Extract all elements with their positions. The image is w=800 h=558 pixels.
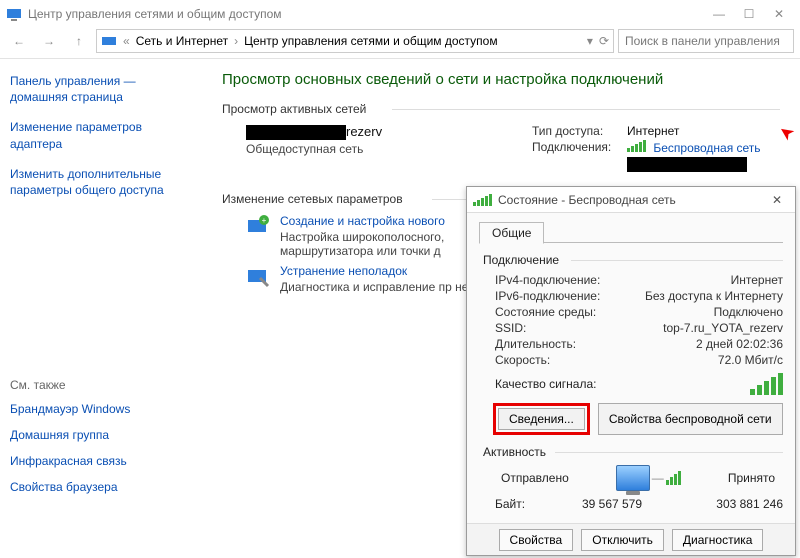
access-type-label: Тип доступа: <box>532 124 627 138</box>
properties-button[interactable]: Свойства <box>499 529 574 551</box>
ipv6-label: IPv6-подключение: <box>495 289 633 303</box>
signal-quality-label: Качество сигнала: <box>495 377 596 391</box>
network-icon <box>101 33 117 49</box>
breadcrumb[interactable]: « Сеть и Интернет › Центр управления сет… <box>96 29 614 53</box>
dialog-bottom-bar: Свойства Отключить Диагностика <box>467 523 795 555</box>
breadcrumb-separator: « <box>123 34 130 48</box>
search-placeholder: Поиск в панели управления <box>625 34 780 48</box>
sent-label: Отправлено <box>501 471 569 485</box>
ipv4-value: Интернет <box>731 273 783 287</box>
redacted-name <box>246 125 346 140</box>
details-button[interactable]: Сведения... <box>498 408 585 430</box>
window-title: Центр управления сетями и общим доступом <box>28 7 282 21</box>
sidebar: Панель управления — домашняя страница Из… <box>0 59 204 558</box>
section-activity-label: Активность <box>483 445 783 459</box>
speed-label: Скорость: <box>495 353 633 367</box>
duration-value: 2 дней 02:02:36 <box>696 337 783 351</box>
see-also-firewall[interactable]: Брандмауэр Windows <box>10 402 194 416</box>
maximize-button[interactable]: ☐ <box>734 2 764 26</box>
dialog-title: Состояние - Беспроводная сеть <box>498 193 676 207</box>
sidebar-link-adapter-settings[interactable]: Изменение параметров адаптера <box>10 119 194 151</box>
sidebar-link-advanced-sharing[interactable]: Изменить дополнительные параметры общего… <box>10 166 194 198</box>
troubleshoot-icon <box>246 264 270 288</box>
breadcrumb-item[interactable]: Сеть и Интернет <box>136 34 228 48</box>
received-label: Принято <box>728 471 775 485</box>
nav-forward-button[interactable]: → <box>36 30 62 52</box>
see-also-infrared[interactable]: Инфракрасная связь <box>10 454 194 468</box>
address-row: ← → ↑ « Сеть и Интернет › Центр управлен… <box>0 28 800 58</box>
minimize-button[interactable]: — <box>704 2 734 26</box>
network-category: Общедоступная сеть <box>246 142 382 156</box>
wifi-status-dialog: Состояние - Беспроводная сеть ✕ Общие По… <box>466 186 796 556</box>
dialog-close-button[interactable]: ✕ <box>765 193 789 207</box>
ipv6-value: Без доступа к Интернету <box>645 289 783 303</box>
speed-value: 72.0 Мбит/с <box>718 353 783 367</box>
annotation-highlight: Сведения... <box>493 403 590 435</box>
dialog-titlebar: Состояние - Беспроводная сеть ✕ <box>467 187 795 213</box>
nav-up-button[interactable]: ↑ <box>66 30 92 52</box>
access-type-value: Интернет <box>627 124 679 138</box>
nav-back-button[interactable]: ← <box>6 30 32 52</box>
ssid-value: top-7.ru_YOTA_rezerv <box>663 321 783 335</box>
redacted-detail <box>627 157 747 172</box>
media-state-value: Подключено <box>714 305 783 319</box>
bytes-label: Байт: <box>495 497 555 511</box>
network-name: rezerv <box>246 124 382 140</box>
close-button[interactable]: ✕ <box>764 2 794 26</box>
breadcrumb-item[interactable]: Центр управления сетями и общим доступом <box>244 34 498 48</box>
bytes-received-value: 303 881 246 <box>669 497 783 511</box>
signal-icon <box>473 194 492 206</box>
see-also-homegroup[interactable]: Домашняя группа <box>10 428 194 442</box>
svg-text:+: + <box>262 216 267 225</box>
see-also-label: См. также <box>10 378 194 392</box>
new-connection-icon: + <box>246 214 270 238</box>
ipv4-label: IPv4-подключение: <box>495 273 633 287</box>
wireless-properties-button[interactable]: Свойства беспроводной сети <box>598 403 783 435</box>
refresh-icon[interactable]: ⟳ <box>599 34 609 48</box>
connections-label: Подключения: <box>532 140 627 155</box>
page-heading: Просмотр основных сведений о сети и наст… <box>222 71 782 88</box>
signal-icon <box>627 140 646 152</box>
signal-quality-icon <box>750 373 783 395</box>
ssid-label: SSID: <box>495 321 633 335</box>
window-titlebar: Центр управления сетями и общим доступом… <box>0 0 800 28</box>
media-state-label: Состояние среды: <box>495 305 633 319</box>
active-network: rezerv Общедоступная сеть ➤ Тип доступа:… <box>246 124 782 174</box>
bytes-sent-value: 39 567 579 <box>555 497 669 511</box>
activity-row: Отправлено — Принято <box>501 465 775 491</box>
see-also-browser[interactable]: Свойства браузера <box>10 480 194 494</box>
sidebar-link-home[interactable]: Панель управления — домашняя страница <box>10 73 194 105</box>
disable-button[interactable]: Отключить <box>581 529 664 551</box>
duration-label: Длительность: <box>495 337 633 351</box>
chevron-down-icon[interactable]: ▾ <box>587 34 593 48</box>
activity-icon: — <box>616 465 681 491</box>
tab-general[interactable]: Общие <box>479 222 544 244</box>
diagnose-button[interactable]: Диагностика <box>672 529 764 551</box>
section-connection-label: Подключение <box>483 253 783 267</box>
active-networks-label: Просмотр активных сетей <box>222 102 782 116</box>
network-sharing-center-icon <box>6 6 22 22</box>
connection-link[interactable]: Беспроводная сеть <box>627 140 761 155</box>
search-input[interactable]: Поиск в панели управления <box>618 29 794 53</box>
